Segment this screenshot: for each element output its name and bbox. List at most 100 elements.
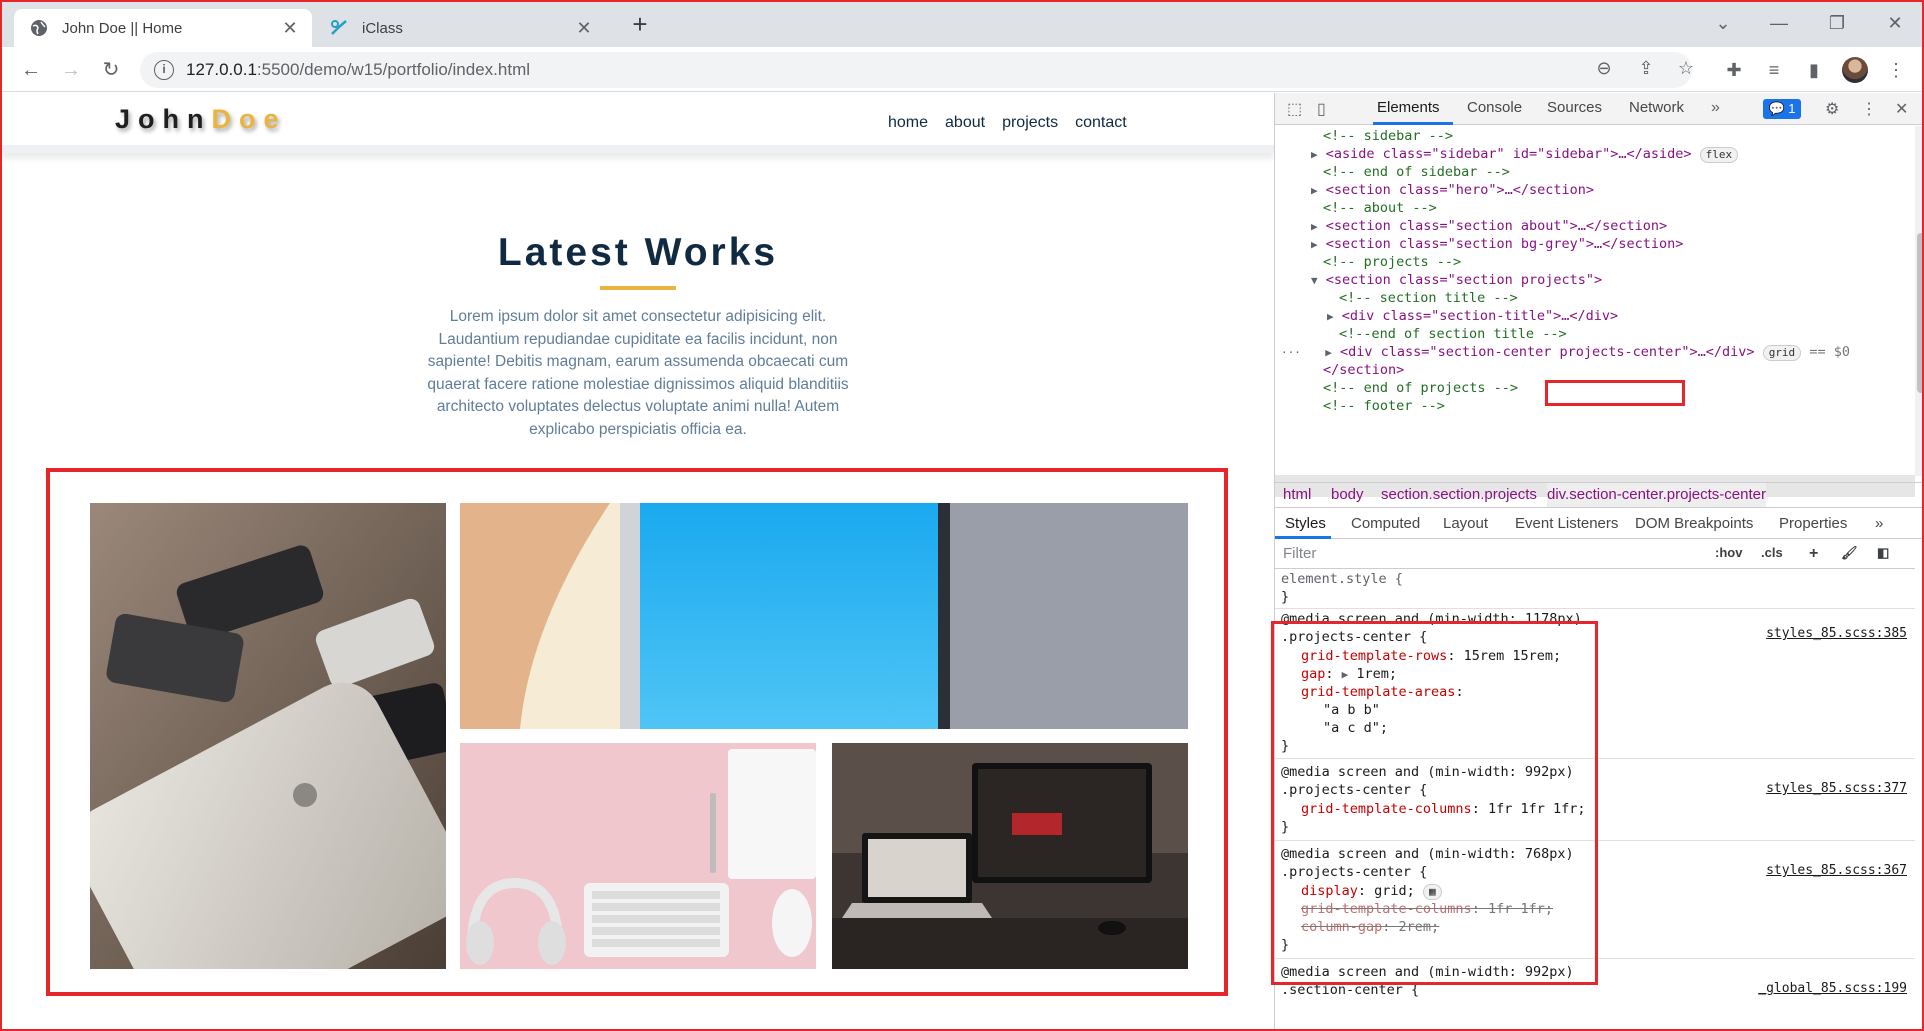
reading-list-icon[interactable]: ≡ [1760, 56, 1788, 84]
element-style-selector[interactable]: element.style { [1281, 570, 1403, 588]
browser-toolbar: ← → ↻ i 127.0.0.1:5500/demo/w15/portfoli… [2, 47, 1922, 92]
devtools-panel: ⬚ ▯ Elements Console Sources Network » 💬… [1271, 93, 1922, 1029]
settings-gear-icon[interactable]: ⚙ [1825, 99, 1839, 119]
breadcrumb: html body section.section.projects div.s… [1275, 482, 1922, 508]
address-bar[interactable]: i 127.0.0.1:5500/demo/w15/portfolio/inde… [140, 52, 1692, 88]
device-toolbar-icon[interactable]: ▯ [1317, 99, 1326, 119]
rule-close: } [1281, 589, 1290, 605]
project-image-keyboard[interactable] [460, 743, 816, 969]
dom-line-selected[interactable]: ··· ▶ <div class="section-center project… [1281, 342, 1850, 362]
crumb-div[interactable]: div.section-center.projects-center [1547, 483, 1766, 507]
devtools-menu-icon[interactable]: ⋮ [1861, 99, 1877, 119]
paint-icon[interactable]: 🖌 [1841, 545, 1858, 561]
subtab-properties[interactable]: Properties [1779, 509, 1847, 539]
subtab-dom-breakpoints[interactable]: DOM Breakpoints [1635, 509, 1753, 539]
dom-line[interactable]: ▶ <section class="hero">…</section> [1311, 180, 1594, 200]
extensions-icon[interactable]: ✚ [1720, 56, 1748, 84]
tab-console[interactable]: Console [1467, 99, 1522, 116]
new-tab-icon[interactable]: + [627, 11, 653, 38]
close-tab-icon[interactable]: ✕ [278, 16, 302, 40]
dom-line[interactable]: ▶ <section class="section bg-grey">…</se… [1311, 234, 1683, 254]
dom-line[interactable]: ▼ <section class="section projects"> [1311, 270, 1602, 290]
project-image-desk[interactable] [460, 503, 1188, 729]
tab-home[interactable]: John Doe || Home ✕ [14, 9, 312, 47]
styles-subtabs: Styles Computed Layout Event Listeners D… [1275, 509, 1922, 539]
subtab-styles[interactable]: Styles [1285, 509, 1326, 539]
side-panel-icon[interactable]: ▮ [1800, 56, 1828, 84]
rule1-source-link[interactable]: styles_85.scss:385 [1766, 626, 1907, 641]
bookmark-star-icon[interactable]: ☆ [1674, 56, 1698, 80]
dom-line[interactable]: <!--end of section title --> [1339, 324, 1567, 344]
subtab-event-listeners[interactable]: Event Listeners [1515, 509, 1618, 539]
back-icon[interactable]: ← [16, 55, 46, 85]
site-navbar: JohnDoe home about projects contact [2, 93, 1274, 153]
tab-elements[interactable]: Elements [1377, 99, 1440, 116]
section-description: Lorem ipsum dolor sit amet consectetur a… [427, 308, 849, 438]
url-text: 127.0.0.1:5500/demo/w15/portfolio/index.… [186, 60, 531, 79]
close-tab-icon[interactable]: ✕ [572, 16, 596, 40]
nav-link-projects[interactable]: projects [1002, 114, 1058, 132]
nav-link-home[interactable]: home [888, 114, 928, 132]
profile-avatar[interactable] [1842, 57, 1868, 83]
title-underline [600, 286, 676, 290]
dom-line[interactable]: <!-- projects --> [1323, 252, 1461, 272]
class-highlight-box [1545, 380, 1685, 406]
dom-line[interactable]: <!-- section title --> [1339, 288, 1518, 308]
zoom-icon[interactable]: ⊖ [1592, 56, 1616, 80]
site-info-icon[interactable]: i [154, 60, 174, 80]
more-tabs-icon[interactable]: » [1711, 99, 1720, 117]
dom-line[interactable]: ▶ <div class="section-title">…</div> [1327, 306, 1618, 326]
reload-icon[interactable]: ↻ [96, 55, 126, 85]
tab-strip: John Doe || Home ✕ iClass ✕ + ⌄ — ❐ ✕ [2, 2, 1922, 47]
share-icon[interactable]: ⇪ [1634, 56, 1658, 80]
tab-search-icon[interactable]: ⌄ [1708, 8, 1738, 38]
forward-icon[interactable]: → [56, 55, 86, 85]
iclass-logo-icon [328, 17, 350, 39]
site-logo[interactable]: JohnDoe [115, 104, 287, 135]
dom-tree: <!-- sidebar --> ▶ <aside class="sidebar… [1275, 126, 1915, 476]
tab-title: John Doe || Home [62, 19, 183, 37]
tab-network[interactable]: Network [1629, 99, 1684, 116]
project-image-laptop[interactable] [90, 503, 446, 969]
rule3-source-link[interactable]: styles_85.scss:367 [1766, 863, 1907, 878]
rule2-source-link[interactable]: styles_85.scss:377 [1766, 781, 1907, 796]
browser-window: John Doe || Home ✕ iClass ✕ + ⌄ — ❐ ✕ ← … [0, 0, 1924, 1031]
tab-iclass[interactable]: iClass ✕ [314, 9, 606, 47]
styles-filter-bar: Filter :hov .cls + 🖌 ◧ [1275, 539, 1915, 569]
more-subtabs-icon[interactable]: » [1875, 509, 1883, 539]
cls-toggle[interactable]: .cls [1761, 545, 1783, 560]
add-rule-icon[interactable]: + [1809, 545, 1818, 563]
restore-icon[interactable]: ❐ [1822, 8, 1852, 38]
active-tab-indicator [1373, 122, 1453, 125]
dom-line[interactable]: <!-- footer --> [1323, 396, 1445, 416]
dom-line[interactable]: <!-- end of projects --> [1323, 378, 1518, 398]
hov-toggle[interactable]: :hov [1715, 545, 1742, 560]
inspect-element-icon[interactable]: ⬚ [1287, 99, 1302, 119]
subtab-layout[interactable]: Layout [1443, 509, 1488, 539]
close-window-icon[interactable]: ✕ [1880, 8, 1910, 38]
tab-sources[interactable]: Sources [1547, 99, 1602, 116]
dom-line[interactable]: <!-- sidebar --> [1323, 126, 1453, 146]
section-title: Latest Works [497, 231, 779, 274]
rule4-source-link[interactable]: _global_85.scss:199 [1758, 981, 1907, 996]
dom-line[interactable]: ▶ <section class="section about">…</sect… [1311, 216, 1667, 236]
dom-scroll-thumb[interactable] [1917, 233, 1922, 393]
dom-line[interactable]: </section> [1323, 360, 1404, 380]
dom-line[interactable]: <!-- end of sidebar --> [1323, 162, 1510, 182]
dom-line[interactable]: ▶ <aside class="sidebar" id="sidebar">…<… [1311, 144, 1739, 164]
nav-links: home about projects contact [888, 114, 1127, 132]
close-devtools-icon[interactable]: ✕ [1895, 99, 1908, 119]
crumb-section[interactable]: section.section.projects [1381, 483, 1537, 507]
nav-link-contact[interactable]: contact [1075, 114, 1127, 132]
crumb-body[interactable]: body [1331, 483, 1364, 507]
dom-line[interactable]: <!-- about --> [1323, 198, 1437, 218]
filter-input[interactable]: Filter [1283, 545, 1316, 562]
minimize-icon[interactable]: — [1764, 8, 1794, 38]
subtab-computed[interactable]: Computed [1351, 509, 1420, 539]
project-image-workstation[interactable] [832, 743, 1188, 969]
toggle-sidebar-icon[interactable]: ◧ [1877, 545, 1889, 561]
nav-link-about[interactable]: about [945, 114, 985, 132]
menu-kebab-icon[interactable]: ⋮ [1882, 56, 1910, 84]
issues-badge[interactable]: 💬 1 [1763, 99, 1801, 119]
crumb-html[interactable]: html [1283, 483, 1311, 507]
